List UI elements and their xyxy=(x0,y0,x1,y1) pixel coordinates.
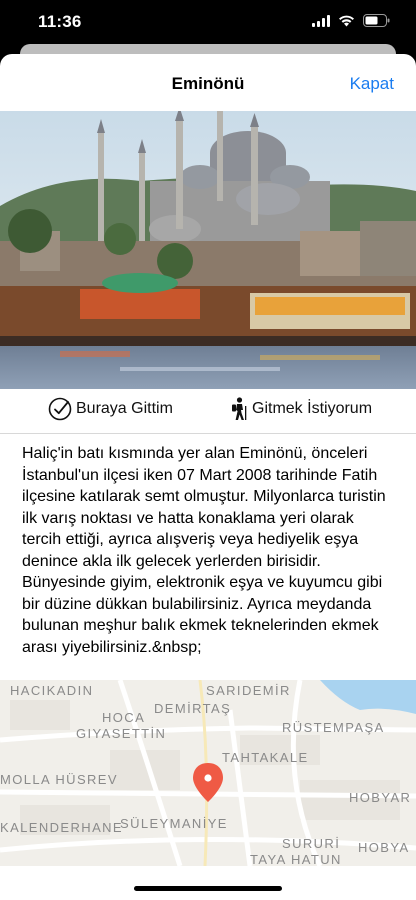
wifi-icon xyxy=(339,15,354,26)
map-label-tahtakale: TAHTAKALE xyxy=(222,750,309,765)
hiker-icon xyxy=(232,397,247,420)
checkmark-circle-icon xyxy=(48,397,72,421)
map-label-hoca: HOCA xyxy=(102,710,145,725)
home-indicator xyxy=(134,886,282,891)
map-label-saridemir: SARIDEMİR xyxy=(206,683,291,698)
map-label-hacikadin: HACIKADIN xyxy=(10,683,93,698)
map-label-sururi: SURURİ xyxy=(282,836,340,851)
visited-button[interactable]: Buraya Gittim xyxy=(48,397,173,421)
detail-sheet: Eminönü Kapat Buraya Gittim Gitmek İstiy… xyxy=(0,54,416,900)
battery-icon xyxy=(363,14,390,27)
want-to-go-button[interactable]: Gitmek İstiyorum xyxy=(230,397,372,421)
map-label-suleymaniye: SÜLEYMANİYE xyxy=(120,816,228,831)
place-description: Haliç'in batı kısmında yer alan Eminönü,… xyxy=(22,445,386,656)
action-row: Buraya Gittim Gitmek İstiyorum xyxy=(0,389,416,434)
map-label-demirtas: DEMİRTAŞ xyxy=(154,701,231,716)
want-to-go-label: Gitmek İstiyorum xyxy=(252,400,373,417)
status-time: 11:36 xyxy=(38,12,82,31)
map-label-hobyar: HOBYAR xyxy=(349,790,411,805)
place-photo xyxy=(0,111,416,389)
status-bar: 11:36 xyxy=(0,0,416,44)
map-label-rustempasa: RÜSTEMPAŞA xyxy=(282,720,385,735)
close-button[interactable]: Kapat xyxy=(350,74,394,94)
status-icons xyxy=(312,14,390,27)
map-label-kalenderhane: KALENDERHANE xyxy=(0,820,123,835)
map-label-hobyar-2: HOBYA xyxy=(358,840,410,855)
map-view[interactable]: HACIKADIN SARIDEMİR DEMİRTAŞ HOCA GIYASE… xyxy=(0,680,416,866)
map-label-mollahusrev: MOLLA HÜSREV xyxy=(0,772,118,787)
visited-label: Buraya Gittim xyxy=(76,400,173,417)
navigation-bar: Eminönü Kapat xyxy=(0,54,416,112)
map-label-tayahatun: TAYA HATUN xyxy=(250,852,342,866)
signal-icon xyxy=(312,14,330,27)
map-label-giyasettin: GIYASETTİN xyxy=(76,726,166,741)
